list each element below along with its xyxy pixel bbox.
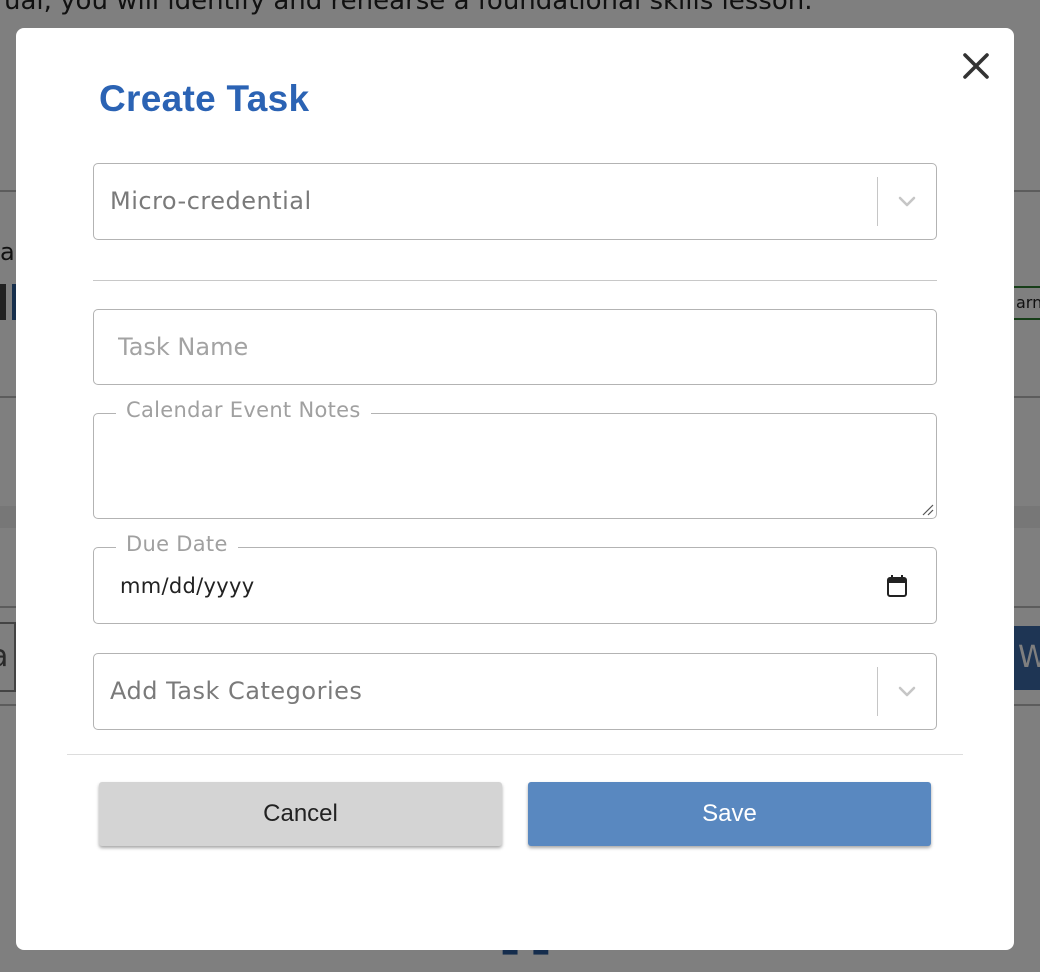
select-separator: [877, 667, 878, 716]
calendar-notes-label: Calendar Event Notes: [116, 398, 371, 422]
chevron-down-icon[interactable]: [892, 190, 922, 214]
create-task-modal: Create Task Micro-credential Calendar Ev…: [16, 28, 1014, 950]
resize-grip-icon[interactable]: [920, 502, 934, 516]
modal-title: Create Task: [99, 78, 310, 119]
select-separator: [877, 177, 878, 226]
due-date-value[interactable]: mm/dd/yyyy: [120, 548, 254, 624]
calendar-notes-input[interactable]: [114, 438, 914, 508]
section-divider: [93, 280, 937, 281]
task-name-field: [93, 309, 937, 385]
calendar-notes-field: Calendar Event Notes: [93, 398, 937, 519]
task-categories-placeholder: Add Task Categories: [110, 677, 363, 705]
micro-credential-value: Micro-credential: [110, 187, 312, 215]
cancel-button[interactable]: Cancel: [99, 782, 502, 846]
due-date-field[interactable]: Due Date mm/dd/yyyy: [93, 532, 937, 624]
micro-credential-select[interactable]: Micro-credential: [93, 163, 937, 240]
task-categories-select[interactable]: Add Task Categories: [93, 653, 937, 730]
save-button[interactable]: Save: [528, 782, 931, 846]
chevron-down-icon[interactable]: [892, 680, 922, 704]
close-icon: [963, 53, 989, 79]
task-name-input[interactable]: [118, 310, 908, 384]
calendar-icon[interactable]: [886, 574, 908, 598]
footer-divider: [67, 754, 963, 755]
close-button[interactable]: [958, 48, 994, 84]
